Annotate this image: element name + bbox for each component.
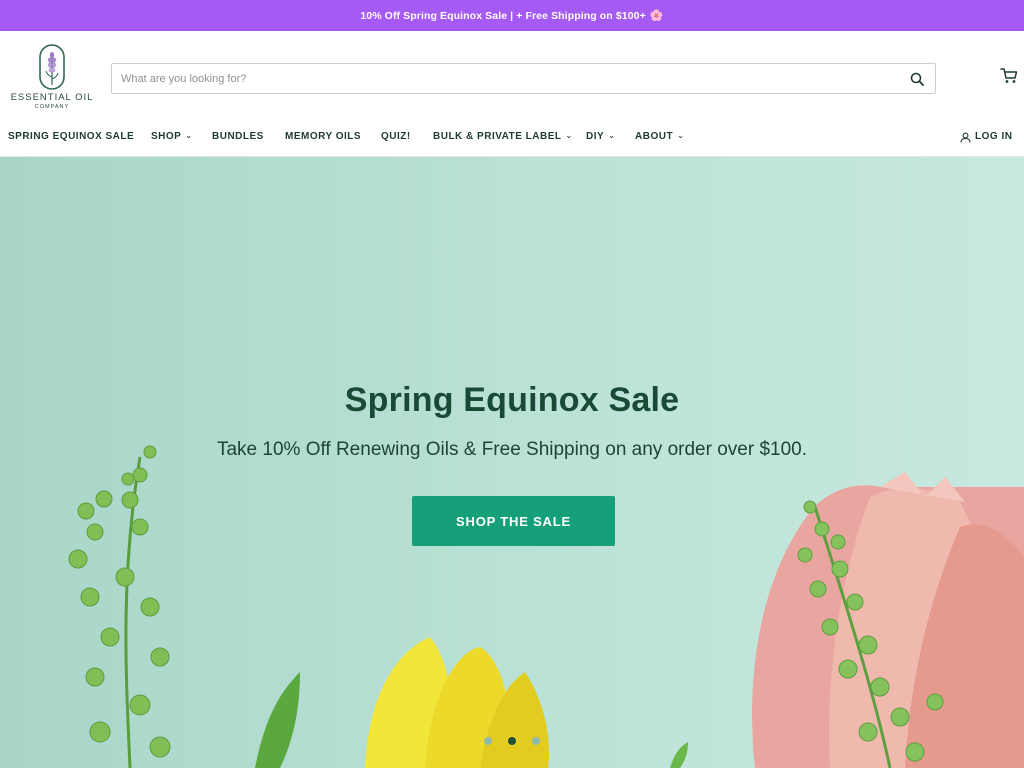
- green-sprig-left: [68, 445, 171, 768]
- hero-banner: Spring Equinox Sale Take 10% Off Renewin…: [0, 157, 1024, 768]
- shop-the-sale-button[interactable]: SHOP THE SALE: [412, 496, 615, 546]
- chevron-down-icon: ⌄: [608, 131, 616, 140]
- user-icon: [960, 132, 971, 143]
- logo[interactable]: ESSENTIAL OIL COMPANY: [6, 43, 98, 115]
- nav-label: DIY: [586, 131, 605, 142]
- nav-label: SPRING EQUINOX SALE: [8, 131, 135, 142]
- nav-memory-oils[interactable]: MEMORY OILS: [285, 127, 361, 147]
- nav-label: QUIZ!: [381, 131, 411, 142]
- nav-label: BUNDLES: [212, 131, 264, 142]
- site-header: ESSENTIAL OIL COMPANY SPRING EQUINOX SAL…: [0, 31, 1024, 157]
- yellow-tulip: [365, 637, 550, 768]
- nav-label: MEMORY OILS: [285, 131, 362, 142]
- nav-bundles[interactable]: BUNDLES: [212, 127, 264, 147]
- announcement-text[interactable]: 10% Off Spring Equinox Sale | + Free Shi…: [360, 10, 646, 22]
- logo-name: ESSENTIAL OIL: [10, 92, 94, 103]
- hero-title: Spring Equinox Sale: [344, 381, 680, 419]
- nav-shop[interactable]: SHOP ⌄: [151, 127, 193, 147]
- nav-label: BULK & PRIVATE LABEL: [433, 131, 562, 142]
- flower-emoji-icon: 🌸: [649, 10, 664, 22]
- cart-icon: [1000, 68, 1018, 83]
- carousel-dots: [484, 737, 544, 747]
- chevron-down-icon: ⌄: [185, 131, 193, 140]
- nav-label: ABOUT: [635, 131, 674, 142]
- hero-flowers-image: [68, 445, 1024, 768]
- login-link[interactable]: LOG IN: [960, 127, 1012, 147]
- leaf-left: [255, 672, 300, 768]
- logo-sub: COMPANY: [34, 104, 70, 110]
- nav-about[interactable]: ABOUT ⌄: [635, 127, 684, 147]
- nav-label: SHOP: [151, 131, 182, 142]
- search-icon: [910, 72, 924, 86]
- search-button[interactable]: [899, 64, 935, 93]
- cart-button[interactable]: [1000, 67, 1022, 89]
- lavender-logo-icon: [39, 44, 65, 90]
- search-input[interactable]: [112, 64, 899, 93]
- nav-quiz[interactable]: QUIZ!: [381, 127, 411, 147]
- chevron-down-icon: ⌄: [677, 131, 685, 140]
- pink-tulip: [752, 472, 1024, 768]
- login-label: LOG IN: [975, 131, 1013, 142]
- carousel-dot-3[interactable]: [532, 737, 540, 745]
- nav-diy[interactable]: DIY ⌄: [586, 127, 615, 147]
- announcement-bar[interactable]: 10% Off Spring Equinox Sale | + Free Shi…: [0, 0, 1024, 31]
- main-nav: SPRING EQUINOX SALE SHOP ⌄ BUNDLES MEMORY…: [0, 127, 1024, 149]
- chevron-down-icon: ⌄: [565, 131, 573, 140]
- leaf-bottom: [670, 742, 688, 768]
- hero-subtitle: Take 10% Off Renewing Oils & Free Shippi…: [216, 439, 808, 460]
- carousel-dot-1[interactable]: [484, 737, 492, 745]
- nav-bulk-private-label[interactable]: BULK & PRIVATE LABEL ⌄: [433, 127, 573, 147]
- nav-spring-equinox-sale[interactable]: SPRING EQUINOX SALE: [8, 127, 134, 147]
- carousel-dot-2[interactable]: [508, 737, 516, 745]
- search-bar: [111, 63, 936, 94]
